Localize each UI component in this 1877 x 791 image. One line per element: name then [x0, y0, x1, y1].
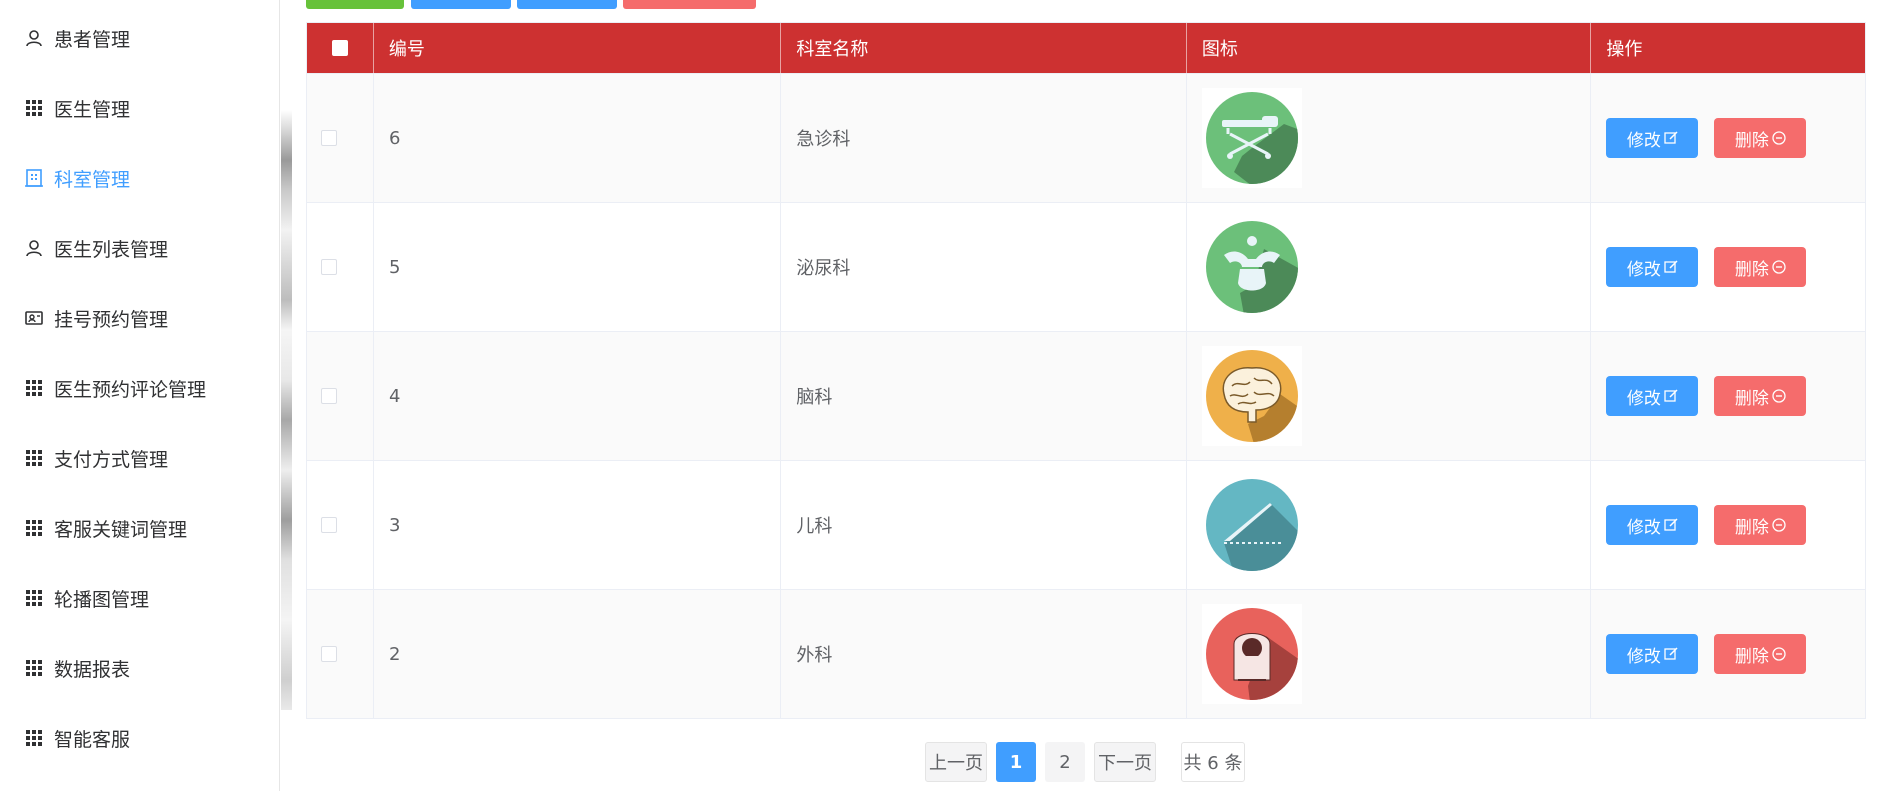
- header-select-all[interactable]: [307, 23, 374, 73]
- department-table: 编号 科室名称 图标 操作 6 急诊科 修改 删除 5 泌尿科 修改 删除 4 …: [306, 22, 1866, 719]
- sidebar-item-keywords[interactable]: 客服关键词管理: [0, 493, 280, 563]
- batch-delete-button[interactable]: [623, 0, 756, 9]
- table-header: 编号 科室名称 图标 操作: [307, 23, 1865, 73]
- cell-id: 3: [374, 461, 782, 589]
- sidebar-item-payment-methods[interactable]: 支付方式管理: [0, 423, 280, 493]
- sidebar-item-label: 智能客服: [54, 728, 131, 751]
- stretcher-icon: [1201, 88, 1302, 188]
- page-1-button[interactable]: 1: [996, 742, 1036, 782]
- sidebar-item-label: 客服关键词管理: [54, 518, 188, 541]
- sidebar-item-appointments[interactable]: 挂号预约管理: [0, 283, 280, 353]
- row-checkbox[interactable]: [321, 646, 337, 662]
- cell-name: 泌尿科: [781, 203, 1187, 331]
- toolbar-button-2[interactable]: [411, 0, 511, 9]
- minus-circle-icon: [1772, 131, 1786, 145]
- row-checkbox[interactable]: [321, 130, 337, 146]
- edit-icon: [1664, 260, 1678, 274]
- delete-button[interactable]: 删除: [1714, 505, 1807, 545]
- sidebar-item-label: 支付方式管理: [54, 448, 169, 471]
- sidebar-item-label: 挂号预约管理: [54, 308, 169, 331]
- minus-circle-icon: [1772, 389, 1786, 403]
- brain-icon: [1201, 346, 1302, 446]
- spine-icon: [1201, 217, 1302, 317]
- grid-icon: [24, 378, 44, 398]
- sidebar-item-label: 科室管理: [54, 168, 131, 191]
- table-row: 5 泌尿科 修改 删除: [307, 202, 1865, 331]
- delete-button[interactable]: 删除: [1714, 634, 1807, 674]
- minus-circle-icon: [1772, 647, 1786, 661]
- sidebar-item-departments[interactable]: 科室管理: [0, 143, 280, 213]
- sidebar-item-label: 医生管理: [54, 98, 131, 121]
- sidebar-item-label: 医生预约评论管理: [54, 378, 207, 401]
- sidebar-item-patients[interactable]: 患者管理: [0, 3, 280, 73]
- pagination: 上一页 1 2 下一页 共 6 条: [925, 742, 1254, 782]
- background-image-strip: [281, 0, 292, 710]
- cell-name: 外科: [781, 590, 1187, 718]
- grid-icon: [24, 728, 44, 748]
- edit-icon: [1664, 131, 1678, 145]
- sidebar-item-label: 医生列表管理: [54, 238, 169, 261]
- minus-circle-icon: [1772, 518, 1786, 532]
- header-id: 编号: [374, 23, 782, 73]
- cell-name: 儿科: [781, 461, 1187, 589]
- sidebar-item-label: 患者管理: [54, 28, 131, 51]
- table-row: 4 脑科 修改 删除: [307, 331, 1865, 460]
- user-icon: [24, 238, 44, 258]
- edit-icon: [1664, 647, 1678, 661]
- header-name: 科室名称: [781, 23, 1187, 73]
- grid-icon: [24, 588, 44, 608]
- sidebar-item-doctors[interactable]: 医生管理: [0, 73, 280, 143]
- cell-id: 6: [374, 74, 782, 202]
- prev-page-button[interactable]: 上一页: [925, 742, 987, 782]
- total-count: 共 6 条: [1181, 742, 1245, 782]
- edit-button[interactable]: 修改: [1606, 118, 1699, 158]
- table-row: 3 儿科 修改 删除: [307, 460, 1865, 589]
- grid-icon: [24, 518, 44, 538]
- grid-icon: [24, 448, 44, 468]
- next-page-button[interactable]: 下一页: [1094, 742, 1156, 782]
- sidebar-item-label: 数据报表: [54, 658, 131, 681]
- edit-button[interactable]: 修改: [1606, 376, 1699, 416]
- grid-icon: [24, 658, 44, 678]
- select-all-checkbox[interactable]: [331, 40, 348, 56]
- sidebar-item-carousel[interactable]: 轮播图管理: [0, 563, 280, 633]
- id-card-icon: [24, 308, 44, 328]
- sidebar-item-doctor-list[interactable]: 医生列表管理: [0, 213, 280, 283]
- edit-icon: [1664, 518, 1678, 532]
- sidebar-item-reports[interactable]: 数据报表: [0, 633, 280, 703]
- table-row: 2 外科 修改 删除: [307, 589, 1865, 718]
- cell-id: 5: [374, 203, 782, 331]
- minus-circle-icon: [1772, 260, 1786, 274]
- edit-button[interactable]: 修改: [1606, 634, 1699, 674]
- table-row: 6 急诊科 修改 删除: [307, 73, 1865, 202]
- cell-id: 4: [374, 332, 782, 460]
- add-button[interactable]: [306, 0, 404, 9]
- delete-button[interactable]: 删除: [1714, 118, 1807, 158]
- edit-button[interactable]: 修改: [1606, 247, 1699, 287]
- cell-name: 脑科: [781, 332, 1187, 460]
- page-2-button[interactable]: 2: [1045, 742, 1085, 782]
- building-icon: [24, 168, 44, 188]
- grid-icon: [24, 98, 44, 118]
- user-icon: [24, 28, 44, 48]
- delete-button[interactable]: 删除: [1714, 247, 1807, 287]
- header-actions: 操作: [1606, 39, 1643, 60]
- cell-id: 2: [374, 590, 782, 718]
- header-icon: 图标: [1187, 23, 1592, 73]
- sidebar: 患者管理 医生管理 科室管理 医生列表管理 挂号预约管理 医生预约评论管理 支付…: [0, 0, 280, 791]
- cell-name: 急诊科: [781, 74, 1187, 202]
- scanner-icon: [1201, 604, 1302, 704]
- row-checkbox[interactable]: [321, 517, 337, 533]
- edit-icon: [1664, 389, 1678, 403]
- row-checkbox[interactable]: [321, 388, 337, 404]
- toolbar-button-3[interactable]: [517, 0, 617, 9]
- ruler-icon: [1201, 475, 1302, 575]
- delete-button[interactable]: 删除: [1714, 376, 1807, 416]
- edit-button[interactable]: 修改: [1606, 505, 1699, 545]
- sidebar-item-reviews[interactable]: 医生预约评论管理: [0, 353, 280, 423]
- row-checkbox[interactable]: [321, 259, 337, 275]
- sidebar-item-smart-service[interactable]: 智能客服: [0, 703, 280, 773]
- sidebar-item-label: 轮播图管理: [54, 588, 150, 611]
